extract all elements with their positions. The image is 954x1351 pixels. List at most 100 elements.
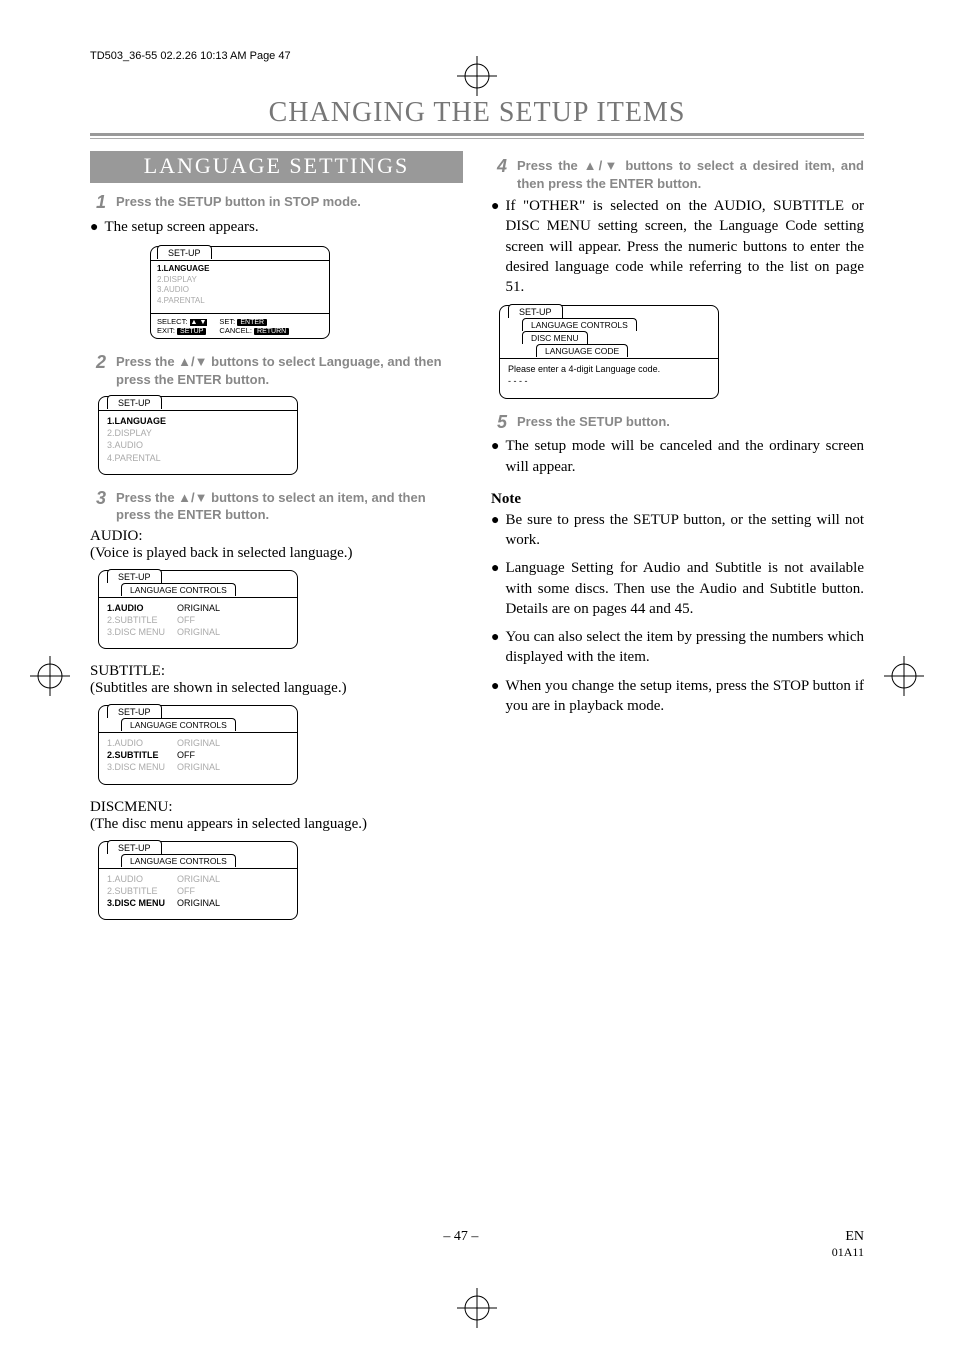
osd-title: SET-UP (107, 704, 162, 718)
bullet-cancel: ● The setup mode will be canceled and th… (491, 436, 864, 477)
footer-lang: EN (845, 1229, 864, 1244)
osd-t4: LANGUAGE CODE (536, 344, 628, 357)
bullet-text: The setup screen appears. (104, 217, 258, 237)
step-2: 2 Press the ▲/▼ buttons to select Langua… (96, 353, 463, 388)
osd-row-label: 1.AUDIO (107, 737, 177, 749)
step-4: 4 Press the ▲/▼ buttons to select a desi… (497, 157, 864, 192)
osd-row-label: 2.SUBTITLE (107, 614, 177, 626)
osd-row-val: OFF (177, 749, 195, 761)
osd-title: SET-UP (107, 395, 162, 409)
bullet-setup-appears: ● The setup screen appears. (90, 217, 463, 238)
osd-footer: SELECT: ▲▼ EXIT: SETUP SET: ENTER CANCEL… (150, 313, 330, 335)
discmenu-desc: (The disc menu appears in selected langu… (90, 816, 463, 833)
audio-desc: (Voice is played back in selected langua… (90, 545, 463, 562)
crop-mark-left (30, 656, 70, 696)
osd-audio: SET-UP LANGUAGE CONTROLS 1.AUDIOORIGINAL… (98, 570, 298, 649)
osd-row-label: 3.DISC MENU (107, 761, 177, 773)
osd-row-val: ORIGINAL (177, 626, 220, 638)
bullet-dot: ● (491, 510, 499, 531)
note-item: ● You can also select the item by pressi… (491, 627, 864, 668)
osd-t2: LANGUAGE CONTROLS (522, 318, 637, 331)
osd-discmenu: SET-UP LANGUAGE CONTROLS 1.AUDIOORIGINAL… (98, 841, 298, 920)
osd-row-label: 1.AUDIO (107, 602, 177, 614)
osd-title: SET-UP (107, 569, 162, 583)
bullet-dot: ● (491, 196, 499, 217)
osd-item: 2.DISPLAY (157, 275, 323, 286)
bullet-dot: ● (491, 676, 499, 697)
osd-row-label: 3.DISC MENU (107, 897, 177, 909)
osd-subtitle: SET-UP LANGUAGE CONTROLS 1.AUDIOORIGINAL… (98, 705, 298, 784)
osd-item: 4.PARENTAL (107, 452, 289, 464)
bullet-dot: ● (491, 436, 499, 457)
bullet-text: The setup mode will be canceled and the … (505, 436, 864, 477)
subtitle-desc: (Subtitles are shown in selected languag… (90, 680, 463, 697)
crop-mark-right (884, 656, 924, 696)
page-number: – 47 – (443, 1229, 478, 1261)
note-item: ● Language Setting for Audio and Subtitl… (491, 558, 864, 619)
osd-prompt: Please enter a 4-digit Language code. (508, 363, 710, 375)
note-item: ● When you change the setup items, press… (491, 676, 864, 717)
step-text: Press the ▲/▼ buttons to select an item,… (116, 489, 463, 524)
note-item: ● Be sure to press the SETUP button, or … (491, 510, 864, 551)
note-heading: Note (491, 491, 864, 508)
osd-row-val: ORIGINAL (177, 897, 220, 909)
note-text: Language Setting for Audio and Subtitle … (505, 558, 864, 619)
note-text: You can also select the item by pressing… (505, 627, 864, 668)
osd-dashes: - - - - (508, 375, 710, 387)
osd-t1: SET-UP (508, 304, 563, 318)
bullet-other: ● If "OTHER" is selected on the AUDIO, S… (491, 196, 864, 297)
osd-subtitle: LANGUAGE CONTROLS (121, 583, 236, 596)
osd-t3: DISC MENU (522, 331, 588, 344)
step-3: 3 Press the ▲/▼ buttons to select an ite… (96, 489, 463, 524)
osd-row-label: 2.SUBTITLE (107, 749, 177, 761)
osd-subtitle: LANGUAGE CONTROLS (121, 718, 236, 731)
step-text: Press the ▲/▼ buttons to select Language… (116, 353, 463, 388)
osd-subtitle: LANGUAGE CONTROLS (121, 854, 236, 867)
step-num: 2 (96, 353, 106, 373)
osd-row-val: ORIGINAL (177, 761, 220, 773)
osd-row-val: ORIGINAL (177, 737, 220, 749)
osd-main-menu: SET-UP 1.LANGUAGE 2.DISPLAY 3.AUDIO 4.PA… (150, 246, 330, 339)
page-footer: – 47 – EN 01A11 (90, 1229, 864, 1261)
osd-item: 3.AUDIO (157, 285, 323, 296)
bullet-dot: ● (491, 627, 499, 648)
osd-language-code: SET-UP LANGUAGE CONTROLS DISC MENU LANGU… (499, 305, 719, 398)
footer-code: 01A11 (832, 1245, 864, 1259)
osd-language-select: SET-UP 1.LANGUAGE 2.DISPLAY 3.AUDIO 4.PA… (98, 396, 298, 475)
osd-row-val: ORIGINAL (177, 873, 220, 885)
step-num: 3 (96, 489, 106, 509)
note-text: Be sure to press the SETUP button, or th… (505, 510, 864, 551)
step-num: 1 (96, 193, 106, 213)
page-title: CHANGING THE SETUP ITEMS (90, 97, 864, 129)
bullet-dot: ● (90, 217, 98, 238)
note-text: When you change the setup items, press t… (505, 676, 864, 717)
step-text: Press the SETUP button in STOP mode. (116, 193, 361, 211)
osd-item: 3.AUDIO (107, 439, 289, 451)
osd-title: SET-UP (107, 840, 162, 854)
subtitle-label: SUBTITLE: (90, 663, 463, 680)
osd-item: 2.DISPLAY (107, 427, 289, 439)
step-text: Press the SETUP button. (517, 413, 670, 431)
bullet-text: If "OTHER" is selected on the AUDIO, SUB… (505, 196, 864, 297)
discmenu-label: DISCMENU: (90, 799, 463, 816)
osd-row-val: OFF (177, 885, 195, 897)
osd-item: 1.LANGUAGE (157, 264, 323, 275)
crop-mark-top (457, 56, 497, 96)
osd-row-label: 3.DISC MENU (107, 626, 177, 638)
audio-label: AUDIO: (90, 528, 463, 545)
osd-row-val: ORIGINAL (177, 602, 220, 614)
step-num: 4 (497, 157, 507, 177)
crop-mark-bottom (457, 1288, 497, 1328)
step-5: 5 Press the SETUP button. (497, 413, 864, 433)
osd-row-label: 2.SUBTITLE (107, 885, 177, 897)
osd-row-label: 1.AUDIO (107, 873, 177, 885)
osd-item: 1.LANGUAGE (107, 415, 289, 427)
step-1: 1 Press the SETUP button in STOP mode. (96, 193, 463, 213)
osd-title: SET-UP (157, 245, 212, 259)
osd-item: 4.PARENTAL (157, 296, 323, 307)
step-num: 5 (497, 413, 507, 433)
title-rule (90, 133, 864, 139)
osd-row-val: OFF (177, 614, 195, 626)
bullet-dot: ● (491, 558, 499, 579)
step-text: Press the ▲/▼ buttons to select a desire… (517, 157, 864, 192)
